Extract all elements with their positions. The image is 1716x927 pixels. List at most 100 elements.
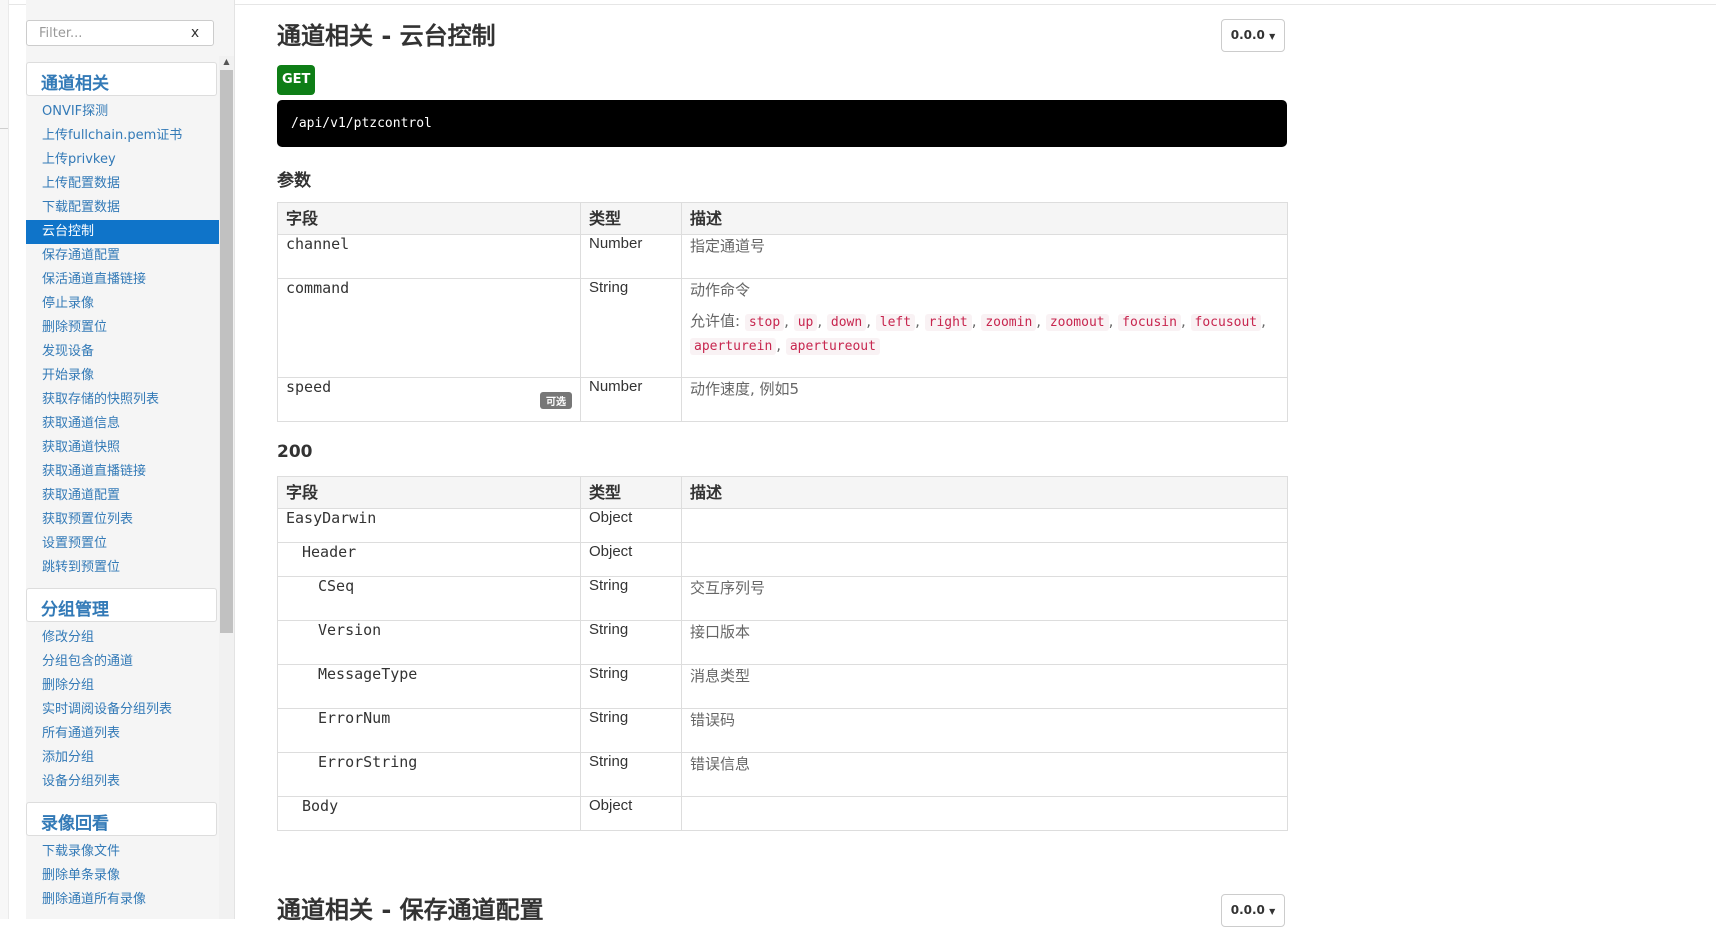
field-name: Header — [277, 542, 581, 577]
sidebar-group-list: ONVIF探测 上传fullchain.pem证书 上传privkey 上传配置数据下… — [26, 100, 219, 580]
field-name: command — [277, 278, 581, 378]
sidebar-item[interactable]: 设备分组列表 — [26, 770, 219, 794]
field-type: Object — [580, 542, 682, 577]
separator: , — [1261, 312, 1266, 330]
version-label: 0.0.0 — [1230, 28, 1265, 42]
sidebar-item[interactable]: 停止录像 — [26, 292, 219, 316]
sidebar-nav: 通道相关 ONVIF探测 上传fullchain.pem证书 上传privkey 上传配… — [26, 62, 219, 919]
sidebar-item[interactable]: 上传配置数据 — [26, 172, 219, 196]
sidebar-item[interactable]: 保存通道配置 — [26, 244, 219, 268]
sidebar-item[interactable]: 获取存储的快照列表 — [26, 388, 219, 412]
field-name: EasyDarwin — [277, 508, 581, 543]
field-type: String — [580, 576, 682, 621]
field-desc — [681, 508, 1288, 543]
field-name-text: speed — [286, 378, 332, 396]
sidebar-item[interactable]: 删除单条录像 — [26, 864, 219, 888]
table-row: command String 动作命令 允许值: stop, up, down,… — [277, 278, 1288, 378]
allowed-value: up — [793, 314, 818, 331]
sidebar: x 通道相关 ONVIF探测上传fullchain.pem证书上传privkey上… — [26, 0, 235, 919]
sidebar-item[interactable]: 跳转到预置位 — [26, 556, 219, 580]
filter-clear-button[interactable]: x — [188, 23, 202, 43]
next-version-dropdown[interactable]: 0.0.0 ▼ — [1221, 894, 1285, 927]
column-header-type: 类型 — [580, 202, 682, 235]
field-desc: 错误信息 — [681, 752, 1288, 797]
field-name: channel — [277, 234, 581, 279]
command-desc-text: 动作命令 — [690, 281, 751, 299]
field-type: String — [580, 664, 682, 709]
column-header-desc: 描述 — [681, 202, 1288, 235]
field-type: Object — [580, 508, 682, 543]
response-heading: 200 — [277, 442, 313, 462]
field-name: speed 可选 — [277, 377, 581, 422]
field-desc: 交互序列号 — [681, 576, 1288, 621]
sidebar-scrollbar[interactable]: ▲ — [219, 56, 234, 919]
sidebar-item[interactable]: 保活通道直播链接 — [26, 268, 219, 292]
allowed-value: focusin — [1118, 314, 1181, 331]
field-desc: 指定通道号 — [681, 234, 1288, 279]
sidebar-item[interactable]: 获取通道快照 — [26, 436, 219, 460]
table-row: channel Number 指定通道号 — [277, 234, 1288, 279]
version-dropdown[interactable]: 0.0.0 ▼ — [1221, 19, 1285, 52]
filter-input[interactable] — [26, 20, 214, 46]
sidebar-group-header[interactable]: 通道相关 — [26, 62, 217, 96]
endpoint-url: /api/v1/ptzcontrol — [277, 100, 1287, 147]
scrollbar-thumb[interactable] — [220, 70, 233, 633]
sidebar-item[interactable]: 删除分组 — [26, 674, 219, 698]
left-edge-panel — [0, 0, 9, 919]
field-desc: 消息类型 — [681, 664, 1288, 709]
field-desc: 接口版本 — [681, 620, 1288, 665]
table-row: EasyDarwin Object — [277, 508, 1288, 543]
response-table: 字段 类型 描述 EasyDarwin Object Header Object… — [277, 476, 1288, 831]
sidebar-item[interactable]: 下载录像文件 — [26, 840, 219, 864]
params-heading: 参数 — [277, 171, 311, 191]
table-row: CSeq String 交互序列号 — [277, 576, 1288, 621]
column-header-type: 类型 — [580, 476, 682, 509]
sidebar-group-header[interactable]: 分组管理 — [26, 588, 217, 622]
page-title: 通道相关 - 云台控制 — [277, 22, 496, 50]
sidebar-item[interactable]: 上传privkey — [26, 148, 219, 172]
field-type: String — [580, 620, 682, 665]
allowed-value: aperturein — [690, 338, 777, 355]
field-type: String — [580, 708, 682, 753]
allowed-value: left — [875, 314, 916, 331]
allowed-value: zoomin — [981, 314, 1037, 331]
field-desc: 错误码 — [681, 708, 1288, 753]
field-name-text: MessageType — [318, 665, 418, 683]
separator: , — [1108, 312, 1119, 330]
sidebar-item[interactable]: 开始录像 — [26, 364, 219, 388]
column-header-field: 字段 — [277, 476, 581, 509]
scroll-up-arrow-icon[interactable]: ▲ — [219, 56, 234, 68]
table-row: Version String 接口版本 — [277, 620, 1288, 665]
sidebar-item[interactable]: 获取通道配置 — [26, 484, 219, 508]
field-type: Number — [580, 234, 682, 279]
allowed-value: stop — [744, 314, 785, 331]
allowed-value: down — [826, 314, 867, 331]
sidebar-group-header[interactable]: 录像回看 — [26, 802, 217, 836]
sidebar-item[interactable]: 实时调阅设备分组列表 — [26, 698, 219, 722]
allowed-value: right — [924, 314, 972, 331]
field-name-text: ErrorNum — [318, 709, 391, 727]
sidebar-item[interactable]: 获取通道信息 — [26, 412, 219, 436]
sidebar-item[interactable]: ONVIF探测 — [26, 100, 219, 124]
field-name-text: Version — [318, 621, 382, 639]
sidebar-item[interactable]: 删除预置位 — [26, 316, 219, 340]
separator: , — [817, 312, 827, 330]
sidebar-item[interactable]: 云台控制 — [26, 220, 219, 244]
sidebar-item[interactable]: 修改分组 — [26, 626, 219, 650]
sidebar-item[interactable]: 所有通道列表 — [26, 722, 219, 746]
next-section-title: 通道相关 - 保存通道配置 — [277, 896, 544, 924]
sidebar-item[interactable]: 删除通道所有录像 — [26, 888, 219, 912]
sidebar-item[interactable]: 下载配置数据 — [26, 196, 219, 220]
top-border — [0, 0, 1716, 5]
sidebar-item[interactable]: 设置预置位 — [26, 532, 219, 556]
sidebar-item[interactable]: 添加分组 — [26, 746, 219, 770]
sidebar-item[interactable]: 分组包含的通道 — [26, 650, 219, 674]
sidebar-item[interactable]: 上传fullchain.pem证书 — [26, 124, 219, 148]
sidebar-item[interactable]: 获取预置位列表 — [26, 508, 219, 532]
sidebar-item[interactable]: 获取通道直播链接 — [26, 460, 219, 484]
http-method-badge: GET — [277, 65, 316, 95]
field-desc: 动作命令 允许值: stop, up, down, left, right, z… — [681, 278, 1288, 378]
table-row: Header Object — [277, 542, 1288, 577]
sidebar-item[interactable]: 发现设备 — [26, 340, 219, 364]
field-name-text: ErrorString — [318, 753, 418, 771]
